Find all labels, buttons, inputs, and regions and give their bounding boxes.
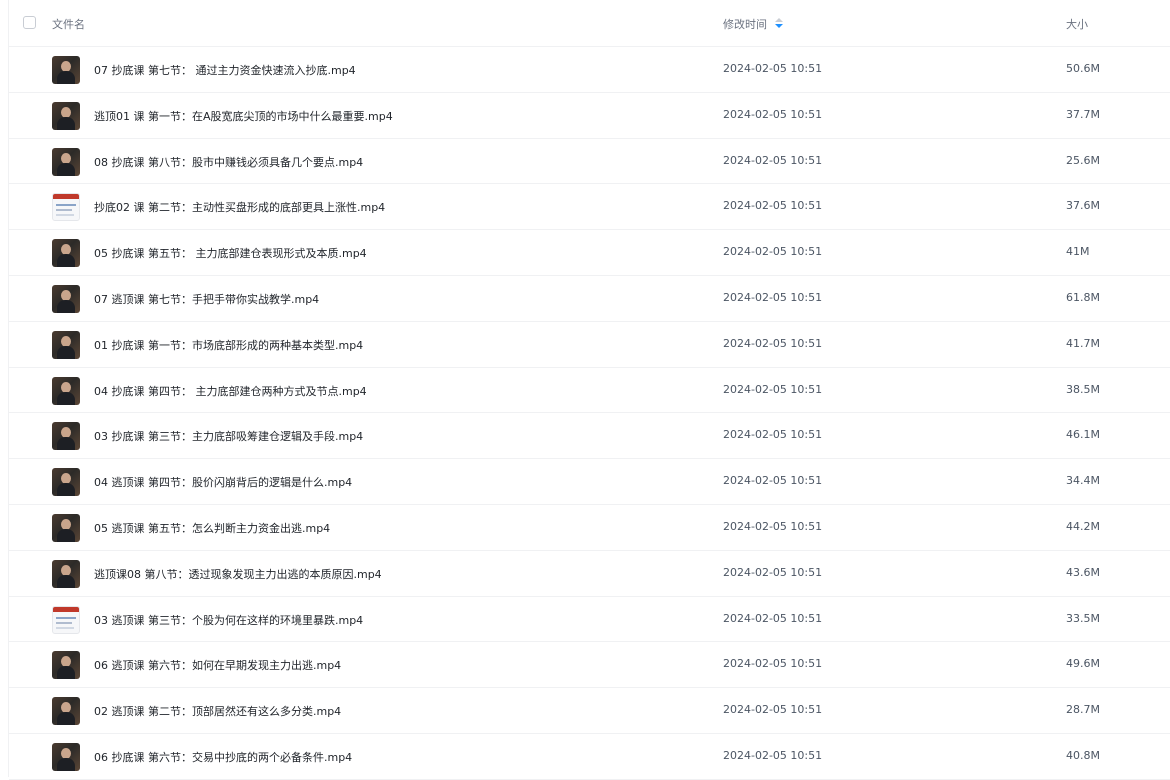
file-modified-time: 2024-02-05 10:51 — [723, 382, 823, 396]
file-modified-time: 2024-02-05 10:51 — [723, 703, 823, 717]
file-name[interactable]: 02 逃顶课 第二节：顶部居然还有这么多分类.mp4 — [94, 703, 341, 719]
video-thumbnail-icon — [52, 284, 80, 313]
video-thumbnail-icon — [52, 559, 80, 588]
table-row[interactable]: 05 抄底课 第五节： 主力底部建仓表现形式及本质.mp4 2024-02-05 … — [9, 230, 1170, 276]
file-name[interactable]: 07 抄底课 第七节： 通过主力资金快速流入抄底.mp4 — [94, 62, 356, 78]
video-thumbnail-icon — [52, 468, 80, 497]
file-modified-time: 2024-02-05 10:51 — [723, 199, 823, 213]
file-name[interactable]: 06 逃顶课 第六节：如何在早期发现主力出逃.mp4 — [94, 657, 341, 673]
video-thumbnail-icon — [52, 742, 80, 771]
file-name[interactable]: 逃顶课08 第八节：透过现象发现主力出逃的本质原因.mp4 — [94, 566, 382, 582]
video-thumbnail-icon — [52, 513, 80, 542]
file-name[interactable]: 08 抄底课 第八节：股市中赚钱必须具备几个要点.mp4 — [94, 154, 363, 170]
table-row[interactable]: 06 抄底课 第六节：交易中抄底的两个必备条件.mp4 2024-02-05 10… — [9, 734, 1170, 780]
column-header-modified-time-label: 修改时间 — [723, 18, 767, 31]
table-header: 文件名 修改时间 大小 — [9, 0, 1170, 47]
file-size: 40.8M — [1066, 748, 1100, 762]
chart-thumbnail-icon — [52, 193, 80, 222]
table-row[interactable]: 02 逃顶课 第二节：顶部居然还有这么多分类.mp4 2024-02-05 10:… — [9, 688, 1170, 734]
file-modified-time: 2024-02-05 10:51 — [723, 245, 823, 259]
file-name[interactable]: 逃顶01 课 第一节：在A股宽底尖顶的市场中什么最重要.mp4 — [94, 108, 393, 124]
file-name[interactable]: 05 抄底课 第五节： 主力底部建仓表现形式及本质.mp4 — [94, 245, 367, 261]
file-modified-time: 2024-02-05 10:51 — [723, 474, 823, 488]
file-modified-time: 2024-02-05 10:51 — [723, 428, 823, 442]
file-size: 25.6M — [1066, 153, 1100, 167]
file-name[interactable]: 04 逃顶课 第四节：股价闪崩背后的逻辑是什么.mp4 — [94, 474, 352, 490]
table-row[interactable]: 逃顶课08 第八节：透过现象发现主力出逃的本质原因.mp4 2024-02-05 … — [9, 551, 1170, 597]
video-thumbnail-icon — [52, 147, 80, 176]
file-size: 46.1M — [1066, 428, 1100, 442]
file-size: 50.6M — [1066, 62, 1100, 75]
table-row[interactable]: 07 抄底课 第七节： 通过主力资金快速流入抄底.mp4 2024-02-05 1… — [9, 47, 1170, 93]
file-name[interactable]: 03 抄底课 第三节：主力底部吸筹建仓逻辑及手段.mp4 — [94, 428, 363, 444]
file-name[interactable]: 05 逃顶课 第五节：怎么判断主力资金出逃.mp4 — [94, 520, 330, 536]
file-modified-time: 2024-02-05 10:51 — [723, 62, 823, 75]
table-row[interactable]: 04 逃顶课 第四节：股价闪崩背后的逻辑是什么.mp4 2024-02-05 10… — [9, 459, 1170, 505]
chart-thumbnail-icon — [52, 605, 80, 634]
column-header-modified-time[interactable]: 修改时间 — [723, 16, 783, 32]
video-thumbnail-icon — [52, 101, 80, 130]
file-modified-time: 2024-02-05 10:51 — [723, 290, 823, 304]
file-modified-time: 2024-02-05 10:51 — [723, 657, 823, 671]
table-row[interactable]: 06 逃顶课 第六节：如何在早期发现主力出逃.mp4 2024-02-05 10:… — [9, 642, 1170, 689]
file-size: 49.6M — [1066, 657, 1100, 671]
file-modified-time: 2024-02-05 10:51 — [723, 611, 823, 625]
file-modified-time: 2024-02-05 10:51 — [723, 748, 823, 762]
file-name[interactable]: 07 逃顶课 第七节：手把手带你实战教学.mp4 — [94, 291, 319, 307]
file-size: 34.4M — [1066, 474, 1100, 488]
file-rows: 07 抄底课 第七节： 通过主力资金快速流入抄底.mp4 2024-02-05 1… — [9, 47, 1170, 780]
file-size: 41.7M — [1066, 336, 1100, 350]
file-name[interactable]: 抄底02 课 第二节：主动性买盘形成的底部更具上涨性.mp4 — [94, 199, 385, 215]
file-size: 43.6M — [1066, 565, 1100, 579]
video-thumbnail-icon — [52, 376, 80, 405]
table-row[interactable]: 07 逃顶课 第七节：手把手带你实战教学.mp4 2024-02-05 10:51… — [9, 276, 1170, 322]
table-row[interactable]: 逃顶01 课 第一节：在A股宽底尖顶的市场中什么最重要.mp4 2024-02-0… — [9, 93, 1170, 139]
video-thumbnail-icon — [52, 56, 80, 84]
column-header-name[interactable]: 文件名 — [52, 16, 85, 32]
file-modified-time: 2024-02-05 10:51 — [723, 519, 823, 533]
table-row[interactable]: 03 抄底课 第三节：主力底部吸筹建仓逻辑及手段.mp4 2024-02-05 1… — [9, 413, 1170, 460]
table-row[interactable]: 01 抄底课 第一节：市场底部形成的两种基本类型.mp4 2024-02-05 1… — [9, 322, 1170, 368]
video-thumbnail-icon — [52, 422, 80, 451]
table-row[interactable]: 抄底02 课 第二节：主动性买盘形成的底部更具上涨性.mp4 2024-02-05… — [9, 184, 1170, 231]
video-thumbnail-icon — [52, 651, 80, 680]
file-size: 37.7M — [1066, 107, 1100, 121]
file-name[interactable]: 06 抄底课 第六节：交易中抄底的两个必备条件.mp4 — [94, 749, 352, 765]
file-name[interactable]: 03 逃顶课 第三节：个股为何在这样的环境里暴跌.mp4 — [94, 612, 363, 628]
file-modified-time: 2024-02-05 10:51 — [723, 336, 823, 350]
table-row[interactable]: 04 抄底课 第四节： 主力底部建仓两种方式及节点.mp4 2024-02-05 … — [9, 368, 1170, 414]
file-size: 33.5M — [1066, 611, 1100, 625]
file-name[interactable]: 04 抄底课 第四节： 主力底部建仓两种方式及节点.mp4 — [94, 383, 367, 399]
video-thumbnail-icon — [52, 239, 80, 268]
select-all-checkbox[interactable] — [23, 16, 36, 29]
file-modified-time: 2024-02-05 10:51 — [723, 107, 823, 121]
file-size: 41M — [1066, 245, 1090, 259]
file-name[interactable]: 01 抄底课 第一节：市场底部形成的两种基本类型.mp4 — [94, 337, 363, 353]
table-row[interactable]: 03 逃顶课 第三节：个股为何在这样的环境里暴跌.mp4 2024-02-05 1… — [9, 597, 1170, 643]
file-size: 61.8M — [1066, 290, 1100, 304]
sort-descending-icon[interactable] — [775, 18, 783, 30]
file-size: 37.6M — [1066, 199, 1100, 213]
file-size: 38.5M — [1066, 382, 1100, 396]
table-row[interactable]: 05 逃顶课 第五节：怎么判断主力资金出逃.mp4 2024-02-05 10:5… — [9, 505, 1170, 551]
file-modified-time: 2024-02-05 10:51 — [723, 565, 823, 579]
column-header-size[interactable]: 大小 — [1066, 16, 1088, 32]
file-size: 44.2M — [1066, 519, 1100, 533]
file-list: 文件名 修改时间 大小 07 抄底课 第七节： 通过主力资金快速流入抄底.mp4… — [8, 0, 1170, 780]
video-thumbnail-icon — [52, 330, 80, 359]
file-size: 28.7M — [1066, 703, 1100, 717]
table-row[interactable]: 08 抄底课 第八节：股市中赚钱必须具备几个要点.mp4 2024-02-05 1… — [9, 139, 1170, 185]
video-thumbnail-icon — [52, 697, 80, 726]
file-modified-time: 2024-02-05 10:51 — [723, 153, 823, 167]
